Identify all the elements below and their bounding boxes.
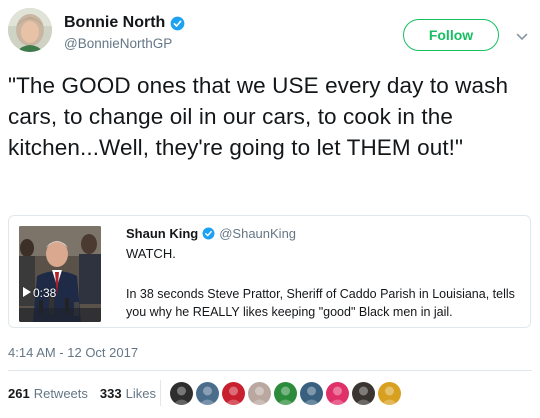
divider <box>8 370 532 371</box>
video-thumbnail-icon <box>19 226 101 322</box>
liker-avatar-9-icon[interactable] <box>378 382 401 405</box>
author-avatar[interactable] <box>8 8 52 52</box>
stats-divider <box>160 380 161 406</box>
liker-avatar-3-icon[interactable] <box>222 382 245 405</box>
quoted-tweet-text: In 38 seconds Steve Prattor, Sheriff of … <box>126 287 515 319</box>
tweet-timestamp[interactable]: 4:14 AM - 12 Oct 2017 <box>8 345 138 360</box>
retweets-stat[interactable]: 261 Retweets <box>8 386 88 401</box>
retweets-label: Retweets <box>33 386 88 401</box>
chevron-down-icon[interactable] <box>516 29 528 41</box>
author-name-row[interactable]: Bonnie North <box>64 14 185 32</box>
verified-badge-icon <box>202 227 215 240</box>
liker-avatar-2-icon[interactable] <box>196 382 219 405</box>
quoted-tweet[interactable]: 0:38 Shaun King @ShaunKing WATCH. In 38 … <box>8 215 531 328</box>
video-duration: 0:38 <box>23 286 56 300</box>
author-display-name[interactable]: Bonnie North <box>64 14 165 32</box>
likes-count: 333 <box>99 386 122 401</box>
liker-avatar-5-icon[interactable] <box>274 382 297 405</box>
liker-avatars <box>170 382 401 405</box>
tweet-card: Bonnie North @BonnieNorthGP Follow "The … <box>0 0 540 418</box>
play-icon <box>23 286 31 300</box>
tweet-stats: 261 Retweets 333 Likes <box>8 386 156 401</box>
liker-avatar-7-icon[interactable] <box>326 382 349 405</box>
liker-avatar-1-icon[interactable] <box>170 382 193 405</box>
likes-stat[interactable]: 333 Likes <box>100 386 156 401</box>
verified-badge-icon <box>170 16 185 31</box>
quoted-handle: @ShaunKing <box>219 226 297 241</box>
follow-button[interactable]: Follow <box>403 19 499 51</box>
quoted-first-line: WATCH. <box>126 246 176 261</box>
quoted-video-thumbnail[interactable]: 0:38 <box>19 226 101 322</box>
profile-photo-icon <box>8 8 52 52</box>
likes-label: Likes <box>125 386 156 401</box>
liker-avatar-8-icon[interactable] <box>352 382 375 405</box>
quoted-display-name: Shaun King <box>126 226 199 241</box>
video-duration-text: 0:38 <box>33 286 57 300</box>
liker-avatar-4-icon[interactable] <box>248 382 271 405</box>
liker-avatar-6-icon[interactable] <box>300 382 323 405</box>
quoted-author-row: Shaun King @ShaunKing <box>126 226 296 241</box>
tweet-text: "The GOOD ones that we USE every day to … <box>8 73 509 160</box>
retweets-count: 261 <box>8 386 30 401</box>
author-handle[interactable]: @BonnieNorthGP <box>64 36 172 51</box>
